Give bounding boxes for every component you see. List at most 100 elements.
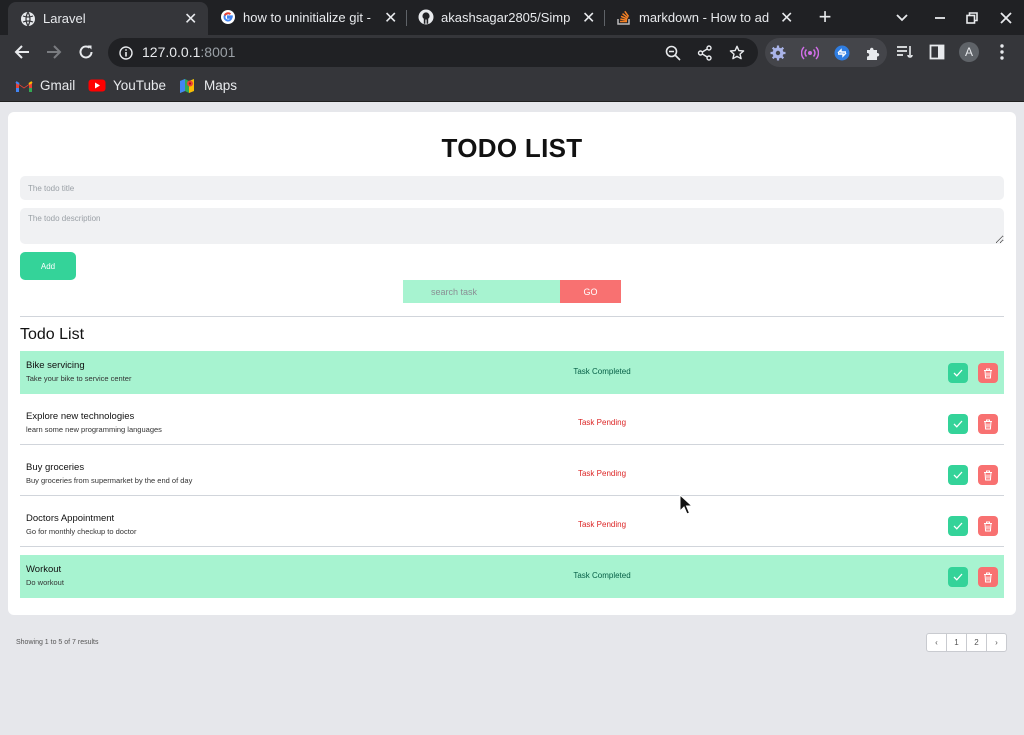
delete-button[interactable] — [978, 414, 998, 434]
google-icon — [221, 10, 235, 24]
tab-title: Laravel — [43, 11, 86, 26]
todo-description-input[interactable] — [20, 208, 1004, 244]
page-viewport: TODO LIST Add GO Todo List Bike servicin… — [0, 103, 1024, 735]
tab-github[interactable]: akashsagar2805/Simpl ✕ — [406, 0, 604, 35]
gmail-icon — [15, 79, 33, 93]
delete-button[interactable] — [978, 363, 998, 383]
restore-icon[interactable] — [956, 0, 988, 35]
results-summary: Showing 1 to 5 of 7 results — [16, 639, 99, 646]
browser-toolbar: 127.0.0.1:8001 A — [0, 35, 1024, 69]
star-icon[interactable] — [728, 44, 746, 62]
back-icon[interactable] — [10, 40, 34, 64]
stackoverflow-icon — [617, 10, 630, 25]
bookmark-maps[interactable]: Maps — [179, 69, 237, 102]
url-port: :8001 — [200, 44, 236, 60]
mark-complete-button[interactable] — [948, 567, 968, 587]
tab-title: how to uninitialize git - — [243, 10, 371, 25]
page-2-link[interactable]: 2 — [966, 633, 987, 652]
close-icon[interactable]: ✕ — [184, 2, 197, 35]
close-window-icon[interactable] — [990, 0, 1022, 35]
tab-title: akashsagar2805/Simpl — [441, 10, 571, 25]
page-1-link[interactable]: 1 — [946, 633, 967, 652]
bookmark-youtube[interactable]: YouTube — [88, 69, 166, 102]
address-bar[interactable]: 127.0.0.1:8001 — [108, 38, 758, 67]
todo-row: Doctors Appointment Go for monthly check… — [20, 504, 1004, 547]
delete-button[interactable] — [978, 516, 998, 536]
todo-status: Task Pending — [577, 418, 627, 427]
globe-icon — [21, 11, 35, 27]
github-icon — [418, 9, 434, 25]
trash-icon — [984, 419, 992, 429]
reload-icon[interactable] — [74, 40, 98, 64]
search-input[interactable] — [403, 280, 560, 303]
delete-button[interactable] — [978, 567, 998, 587]
tab-google[interactable]: how to uninitialize git - ✕ — [208, 0, 406, 35]
bookmark-label: YouTube — [113, 78, 167, 93]
close-icon[interactable]: ✕ — [780, 0, 793, 35]
check-icon — [953, 522, 963, 530]
tab-stackoverflow[interactable]: markdown - How to ad ✕ — [604, 0, 802, 35]
broadcast-extension-icon[interactable] — [800, 42, 820, 64]
info-icon[interactable] — [117, 44, 135, 62]
trash-icon — [984, 521, 992, 531]
tab-strip: Laravel ✕ how to uninitialize git - ✕ ak… — [0, 0, 1024, 35]
todo-row: Workout Do workout Task Completed — [20, 555, 1004, 598]
mark-complete-button[interactable] — [948, 465, 968, 485]
mouse-cursor-icon — [679, 494, 693, 515]
puzzle-icon[interactable] — [863, 42, 883, 64]
side-panel-icon[interactable] — [927, 41, 947, 63]
check-icon — [953, 471, 963, 479]
gear-extension-icon[interactable] — [768, 42, 788, 64]
todo-status: Task Completed — [573, 367, 631, 376]
todo-row: Bike servicing Take your bike to service… — [20, 351, 1004, 394]
bookmark-gmail[interactable]: Gmail — [15, 69, 75, 102]
todo-row: Explore new technologies learn some new … — [20, 402, 1004, 445]
delete-button[interactable] — [978, 465, 998, 485]
next-page-button[interactable]: › — [986, 633, 1007, 652]
todo-status: Task Pending — [577, 520, 627, 529]
youtube-icon — [88, 79, 106, 93]
todo-title-input[interactable] — [20, 176, 1004, 200]
maps-icon — [179, 78, 197, 93]
todo-row: Buy groceries Buy groceries from superma… — [20, 453, 1004, 496]
minimize-icon[interactable] — [924, 0, 956, 35]
close-icon[interactable]: ✕ — [384, 0, 397, 35]
check-icon — [953, 369, 963, 377]
extensions-area — [765, 38, 887, 67]
tab-search-icon[interactable] — [886, 0, 918, 35]
todo-status: Task Completed — [573, 571, 631, 580]
bookmark-label: Maps — [204, 78, 238, 93]
mark-complete-button[interactable] — [948, 363, 968, 383]
divider — [20, 316, 1004, 317]
check-icon — [953, 420, 963, 428]
trash-icon — [984, 368, 992, 378]
todo-card: TODO LIST Add GO Todo List Bike servicin… — [8, 112, 1016, 615]
tab-laravel[interactable]: Laravel ✕ — [8, 2, 208, 35]
go-button[interactable]: GO — [560, 280, 621, 303]
page-title: TODO LIST — [441, 133, 583, 163]
prev-page-button[interactable]: ‹ — [926, 633, 947, 652]
bookmarks-bar: Gmail YouTube Maps — [0, 69, 1024, 102]
new-tab-button[interactable]: + — [815, 6, 835, 28]
zoom-out-icon[interactable] — [664, 44, 682, 62]
todo-status: Task Pending — [577, 469, 627, 478]
pagination: ‹ 1 2 › — [926, 633, 1007, 653]
check-icon — [953, 573, 963, 581]
avatar[interactable]: A — [959, 42, 979, 62]
close-icon[interactable]: ✕ — [582, 0, 595, 35]
trash-icon — [984, 572, 992, 582]
add-button[interactable]: Add — [20, 252, 76, 280]
blue-extension-icon[interactable] — [832, 42, 852, 64]
forward-icon[interactable] — [42, 40, 66, 64]
reading-list-icon[interactable] — [895, 41, 915, 63]
mark-complete-button[interactable] — [948, 516, 968, 536]
share-icon[interactable] — [696, 44, 714, 62]
list-heading: Todo List — [20, 326, 85, 343]
mark-complete-button[interactable] — [948, 414, 968, 434]
url-host: 127.0.0.1 — [142, 44, 201, 60]
url-text: 127.0.0.1:8001 — [142, 38, 235, 67]
trash-icon — [984, 470, 992, 480]
bookmark-label: Gmail — [40, 78, 76, 93]
tab-title: markdown - How to ad — [639, 10, 769, 25]
menu-kebab-icon[interactable] — [992, 41, 1012, 63]
